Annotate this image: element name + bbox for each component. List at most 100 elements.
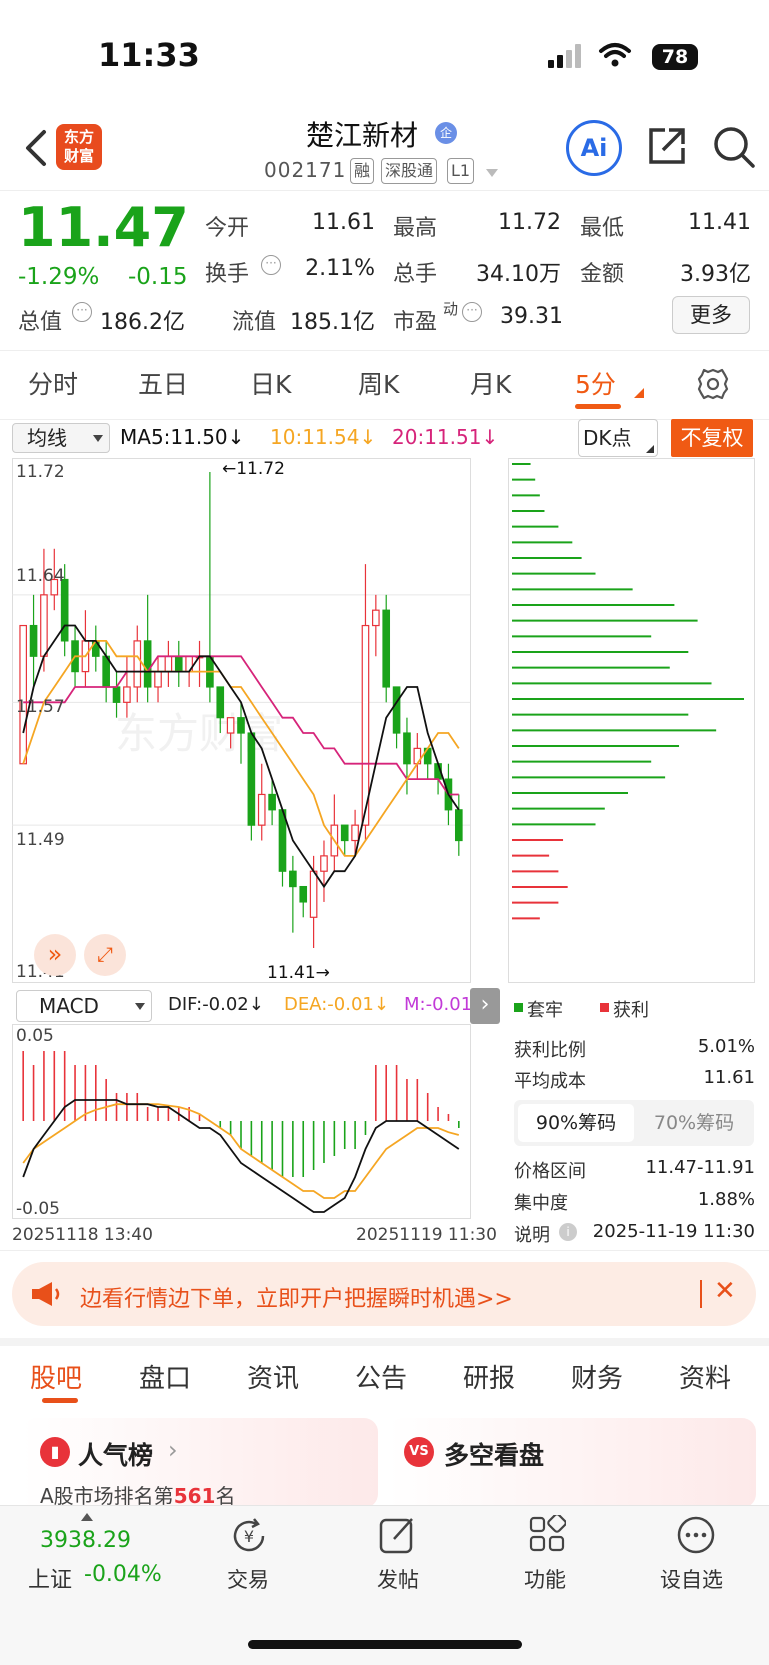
candle-body: [309, 870, 318, 918]
stock-name[interactable]: 楚江新材: [306, 114, 418, 154]
chip-distribution-chart: [508, 458, 755, 983]
kline-chart[interactable]: 东方财富: [12, 458, 501, 983]
tab-underline: [575, 404, 621, 409]
chip-frame: [508, 458, 755, 983]
dk-select-label: DK点: [583, 426, 632, 450]
adjust-button[interactable]: 不复权: [671, 419, 753, 457]
mktcap-label: 总值: [18, 310, 63, 335]
bullbear-title[interactable]: 多空看盘: [444, 1436, 544, 1472]
tab-profile[interactable]: 资料: [679, 1358, 731, 1395]
turnover-value: 2.11%: [305, 256, 375, 281]
candle-body: [164, 655, 173, 673]
open-label: 今开: [205, 216, 250, 241]
candle-body: [340, 824, 349, 842]
tab-daily-k[interactable]: 日K: [250, 365, 291, 401]
corner-triangle-icon: [646, 445, 654, 453]
dif-value: DIF:-0.02↓: [168, 994, 264, 1015]
more-dots-icon[interactable]: [676, 1515, 716, 1555]
more-button[interactable]: 更多: [672, 296, 750, 334]
macd-select[interactable]: MACD: [16, 990, 152, 1022]
expand-right-icon[interactable]: ›: [470, 988, 500, 1024]
promo-divider: [700, 1280, 702, 1308]
high-label: 最高: [393, 216, 438, 241]
close-icon[interactable]: ✕: [714, 1276, 736, 1306]
dk-select[interactable]: DK点: [578, 419, 658, 457]
svg-text:¥: ¥: [244, 1527, 254, 1546]
float-value: 185.1亿: [290, 310, 375, 335]
ma10-value: 10:11.54↓: [270, 425, 377, 449]
macd-axis-top: 0.05: [16, 1026, 54, 1046]
index-change[interactable]: -0.04%: [84, 1562, 162, 1587]
candle-body: [112, 686, 121, 703]
tab-weekly-k[interactable]: 周K: [358, 365, 399, 401]
tab-intraday[interactable]: 分时: [28, 365, 78, 401]
vs-icon: VS: [404, 1437, 434, 1467]
amount-label: 金额: [580, 262, 625, 287]
tab-research[interactable]: 研报: [463, 1358, 515, 1395]
price-axis-lower: 11.49: [16, 830, 65, 850]
connect-tag: 深股通: [381, 158, 438, 184]
tab-announcements[interactable]: 公告: [355, 1358, 407, 1395]
dif-line: [22, 1099, 460, 1213]
candle-body: [133, 640, 142, 688]
info-icon[interactable]: ···: [72, 302, 92, 322]
candle-body: [268, 793, 276, 811]
legend-profit-swatch: [600, 1003, 609, 1012]
m-value: M:-0.01: [404, 994, 473, 1015]
legend-trapped: 套牢: [527, 1000, 563, 1021]
candle-body: [19, 624, 28, 765]
tab-orderbook[interactable]: 盘口: [139, 1358, 191, 1395]
chevron-down-icon: [93, 435, 103, 442]
tab-monthly-k[interactable]: 月K: [470, 365, 511, 401]
candle-body: [392, 686, 401, 734]
tab-corner-icon: [634, 388, 644, 398]
tab-news[interactable]: 资讯: [247, 1358, 299, 1395]
nav-post[interactable]: 发帖: [377, 1564, 419, 1594]
price-axis-mid: 11.57: [16, 697, 65, 717]
popularity-title[interactable]: 人气榜: [78, 1436, 153, 1472]
fullscreen-icon[interactable]: ⤢: [84, 934, 126, 976]
info-icon[interactable]: ···: [462, 302, 482, 322]
tab-5min[interactable]: 5分: [575, 365, 616, 401]
turnover-label: 换手: [205, 262, 250, 287]
trade-icon[interactable]: ¥: [228, 1515, 270, 1557]
search-icon[interactable]: [711, 124, 757, 170]
tab-guba[interactable]: 股吧: [30, 1358, 82, 1395]
content-divider: [0, 1338, 769, 1346]
index-name[interactable]: 上证: [28, 1562, 72, 1594]
ma-select-label: 均线: [27, 426, 67, 450]
float-label: 流值: [232, 310, 277, 335]
candle-body: [320, 855, 328, 872]
note-label: 说明: [514, 1225, 550, 1246]
nav-watchlist[interactable]: 设自选: [660, 1564, 723, 1594]
grid-icon[interactable]: [528, 1515, 566, 1553]
promo-text[interactable]: 边看行情边下单，立即开户把握瞬时机遇>>: [80, 1281, 513, 1313]
index-value[interactable]: 3938.29: [40, 1528, 131, 1553]
info-icon[interactable]: i: [559, 1223, 577, 1241]
volume-label: 总手: [393, 262, 438, 287]
back-icon[interactable]: [20, 128, 54, 168]
ai-assistant-icon[interactable]: Ai: [566, 120, 622, 176]
candle-body: [351, 824, 359, 842]
price-range-label: 价格区间: [514, 1161, 586, 1182]
dropdown-icon[interactable]: [485, 168, 499, 178]
tab-financials[interactable]: 财务: [571, 1358, 623, 1395]
megaphone-icon: [32, 1282, 60, 1306]
compose-icon[interactable]: [378, 1515, 418, 1555]
nav-functions[interactable]: 功能: [524, 1564, 566, 1594]
macd-chart: [12, 1024, 471, 1219]
tab-chip-70[interactable]: 70%筹码: [636, 1104, 752, 1142]
ma-select[interactable]: 均线: [12, 423, 110, 453]
expand-left-icon[interactable]: »: [34, 934, 76, 976]
ma5-value: MA5:11.50↓: [120, 425, 245, 449]
ranking-icon: ▮: [40, 1437, 70, 1467]
candle-body: [257, 793, 266, 826]
nav-trade[interactable]: 交易: [227, 1564, 269, 1594]
tab-chip-90[interactable]: 90%筹码: [518, 1104, 634, 1142]
share-icon[interactable]: [645, 124, 689, 168]
tab-5day[interactable]: 五日: [138, 365, 188, 401]
info-icon[interactable]: ···: [261, 255, 281, 275]
ma20-value: 20:11.51↓: [392, 425, 499, 449]
settings-gear-icon[interactable]: [696, 367, 730, 401]
candle-body: [216, 686, 225, 719]
